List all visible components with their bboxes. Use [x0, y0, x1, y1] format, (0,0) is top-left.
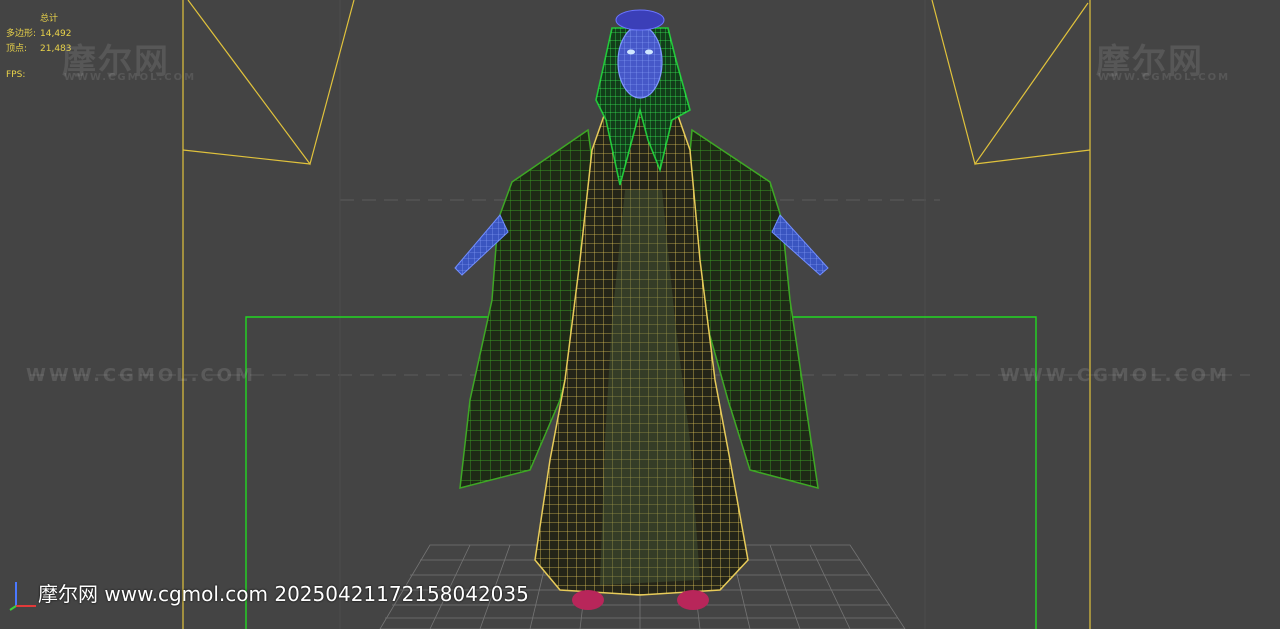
axis-tripod-icon — [9, 582, 36, 611]
3d-viewport[interactable] — [0, 0, 1280, 629]
vertices-label: 顶点: — [6, 44, 28, 54]
watermark-url-left: WWW.CGMOL.COM — [64, 72, 197, 83]
watermark-url-right: WWW.CGMOL.COM — [1098, 72, 1231, 83]
fps-label: FPS: — [6, 70, 26, 80]
polygons-label: 多边形: — [6, 29, 37, 39]
watermark-url-mid-left: WWW.CGMOL.COM — [26, 365, 256, 386]
right-shoe — [677, 590, 709, 610]
character-wireframe-model — [454, 9, 829, 610]
stats-title: 总计 — [40, 14, 59, 24]
footer-watermark: 摩尔网 www.cgmol.com 20250421172158042035 — [38, 582, 529, 606]
left-shoe — [572, 590, 604, 610]
watermark-url-mid-right: WWW.CGMOL.COM — [1000, 365, 1230, 386]
